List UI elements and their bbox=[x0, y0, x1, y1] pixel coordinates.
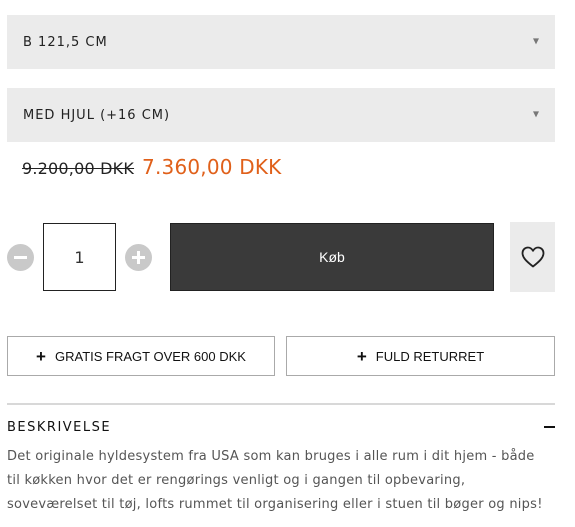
description-title: BESKRIVELSE bbox=[7, 419, 112, 435]
collapse-minus-icon bbox=[544, 426, 555, 428]
free-shipping-button[interactable]: + GRATIS FRAGT OVER 600 DKK bbox=[7, 336, 275, 376]
heart-icon bbox=[521, 246, 544, 268]
full-return-label: FULD RETURRET bbox=[375, 348, 485, 364]
buy-button[interactable]: Køb bbox=[170, 223, 494, 291]
dropdown-caret-icon bbox=[533, 111, 539, 118]
buy-button-label: Køb bbox=[319, 249, 345, 265]
description-line: Det originale hyldesystem fra USA som ka… bbox=[7, 449, 535, 464]
plus-icon: + bbox=[356, 346, 367, 366]
free-shipping-label: GRATIS FRAGT OVER 600 DKK bbox=[54, 348, 246, 364]
section-divider bbox=[7, 403, 555, 405]
size-select-value: B 121,5 CM bbox=[23, 34, 108, 50]
plus-icon: + bbox=[36, 346, 46, 366]
original-price: 9.200,00 DKK bbox=[22, 159, 135, 178]
wheels-option-select-value: MED HJUL (+16 CM) bbox=[23, 107, 171, 123]
wishlist-button[interactable] bbox=[510, 222, 555, 292]
quantity-increase-button[interactable] bbox=[125, 244, 152, 271]
full-return-button[interactable]: + FULD RETURRET bbox=[286, 336, 555, 376]
quantity-decrease-button[interactable] bbox=[7, 244, 34, 271]
wheels-option-select[interactable]: MED HJUL (+16 CM) bbox=[7, 88, 555, 142]
description-accordion-header[interactable]: BESKRIVELSE bbox=[7, 418, 555, 436]
quantity-value: 1 bbox=[74, 247, 85, 267]
sale-price: 7.360,00 DKK bbox=[142, 155, 282, 179]
plus-circle-icon bbox=[132, 251, 145, 264]
minus-circle-icon bbox=[14, 256, 27, 259]
price-block: 9.200,00 DKK 7.360,00 DKK bbox=[22, 155, 282, 179]
description-line: soveværelset til tøj, lofts rummet til o… bbox=[7, 497, 543, 512]
quantity-field[interactable]: 1 bbox=[43, 223, 116, 291]
description-line: til køkken hvor det er rengørings venlig… bbox=[7, 473, 466, 488]
description-text: Det originale hyldesystem fra USA som ka… bbox=[7, 445, 567, 517]
size-select[interactable]: B 121,5 CM bbox=[7, 15, 555, 69]
dropdown-caret-icon bbox=[533, 38, 539, 45]
